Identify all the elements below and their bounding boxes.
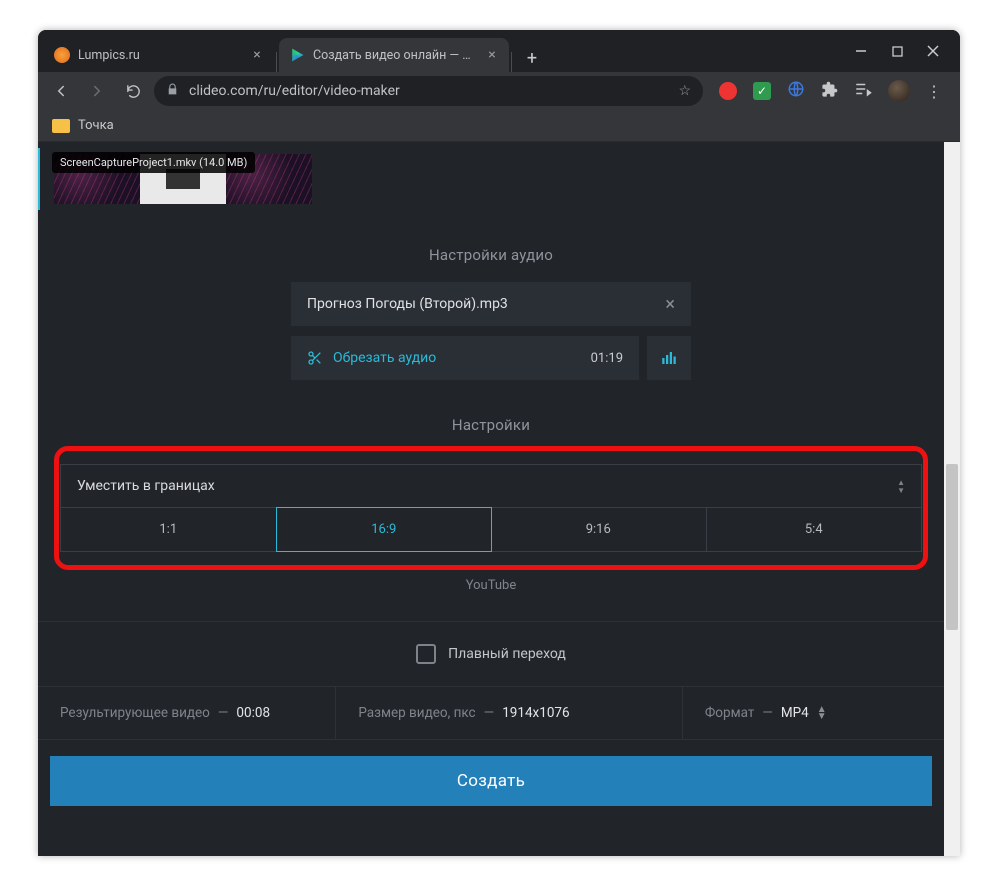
clip-tooltip: ScreenCaptureProject1.mkv (14.0 MB) [52,152,255,173]
platform-label: YouTube [38,578,944,593]
extensions-icon[interactable] [821,81,838,102]
scrollbar-thumb[interactable] [946,464,958,630]
tab-title: Создать видео онлайн — Сдел [313,48,477,63]
close-icon[interactable]: × [250,48,264,62]
crossfade-row: Плавный переход [38,622,944,686]
info-format[interactable]: Формат — MP4 ▲▼ [683,687,944,739]
avatar[interactable] [888,80,910,102]
close-window-icon[interactable] [926,44,940,58]
info-row: Результирующее видео — 00:08 Размер виде… [38,686,944,740]
minimize-icon[interactable] [854,44,868,58]
audio-box: Прогноз Погоды (Второй).mp3 × Обрезать а… [291,282,691,380]
omnibox[interactable]: clideo.com/ru/editor/video-maker ☆ [154,76,703,106]
toolbar-icons: ✓ ⋮ [709,80,952,102]
info-format-value: MP4 [781,705,809,721]
trim-label: Обрезать аудио [333,350,436,366]
equalizer-icon [660,349,678,367]
window-controls [834,44,960,58]
url-text: clideo.com/ru/editor/video-maker [189,83,668,99]
tab-separator [276,52,277,72]
tab-separator [511,52,512,72]
ratio-5-4[interactable]: 5:4 [707,508,922,551]
ext-icon-2[interactable]: ✓ [753,82,771,100]
ratio-1-1[interactable]: 1:1 [61,508,277,551]
ext-icon-3[interactable] [787,80,805,102]
reload-button[interactable] [118,76,148,106]
ratio-9-16[interactable]: 9:16 [491,508,707,551]
favicon-clideo [289,47,305,63]
trim-audio-button[interactable]: Обрезать аудио 01:19 [291,336,639,380]
maximize-icon[interactable] [890,44,904,58]
close-icon[interactable]: × [485,48,499,62]
content-area: ScreenCaptureProject1.mkv (14.0 MB) Наст… [38,142,960,856]
bookmark-label[interactable]: Точка [78,118,114,133]
settings-section-title: Настройки [38,416,944,434]
tab-clideo[interactable]: Создать видео онлайн — Сдел × [279,38,509,72]
audio-filename: Прогноз Погоды (Второй).mp3 [307,296,665,312]
playlist-icon[interactable] [854,80,872,102]
audio-duration: 01:19 [591,351,623,366]
folder-icon [52,119,70,133]
address-bar: clideo.com/ru/editor/video-maker ☆ ✓ ⋮ [38,72,960,110]
info-result-label: Результирующее видео [60,705,210,721]
fit-mode-select[interactable]: Уместить в границах ▲▼ [60,464,922,508]
menu-icon[interactable]: ⋮ [926,82,942,101]
create-button-label: Создать [457,771,525,791]
lock-icon [166,83,179,100]
crossfade-checkbox[interactable] [416,644,436,664]
scrollbar-track[interactable] [944,142,960,856]
info-size: Размер видео, пкс — 1914x1076 [336,687,683,739]
scissors-icon [307,350,323,366]
create-button[interactable]: Создать [50,756,932,806]
audio-volume-button[interactable] [647,336,691,380]
format-chevron-icon: ▲▼ [817,706,827,720]
audio-section-title: Настройки аудио [38,246,944,264]
info-size-label: Размер видео, пкс [358,705,475,721]
crossfade-label: Плавный переход [448,646,566,662]
aspect-ratio-row: 1:1 16:9 9:16 5:4 [60,508,922,552]
back-button[interactable] [46,76,76,106]
ext-icon-1[interactable] [719,82,737,100]
ratio-16-9[interactable]: 16:9 [276,507,493,552]
page-content: ScreenCaptureProject1.mkv (14.0 MB) Наст… [38,142,944,856]
tabs-row: Lumpics.ru × Создать видео онлайн — Сдел… [38,30,834,72]
info-result-value: 00:08 [236,705,270,721]
info-result: Результирующее видео — 00:08 [38,687,336,739]
favicon-lumpics [54,47,70,63]
star-icon[interactable]: ☆ [678,83,691,99]
remove-audio-icon[interactable]: × [665,294,675,315]
new-tab-button[interactable]: + [518,44,546,72]
info-size-value: 1914x1076 [502,705,569,721]
browser-window: Lumpics.ru × Создать видео онлайн — Сдел… [38,30,960,856]
titlebar: Lumpics.ru × Создать видео онлайн — Сдел… [38,30,960,72]
forward-button[interactable] [82,76,112,106]
tab-title: Lumpics.ru [78,48,242,63]
bookmarks-bar: Точка [38,110,960,142]
settings-area: Уместить в границах ▲▼ 1:1 16:9 9:16 5:4 [60,452,922,564]
select-chevron-icon: ▲▼ [897,479,905,494]
tab-lumpics[interactable]: Lumpics.ru × [44,38,274,72]
audio-file-row: Прогноз Погоды (Второй).mp3 × [291,282,691,326]
fit-mode-value: Уместить в границах [77,478,215,494]
info-format-label: Формат [705,705,754,721]
